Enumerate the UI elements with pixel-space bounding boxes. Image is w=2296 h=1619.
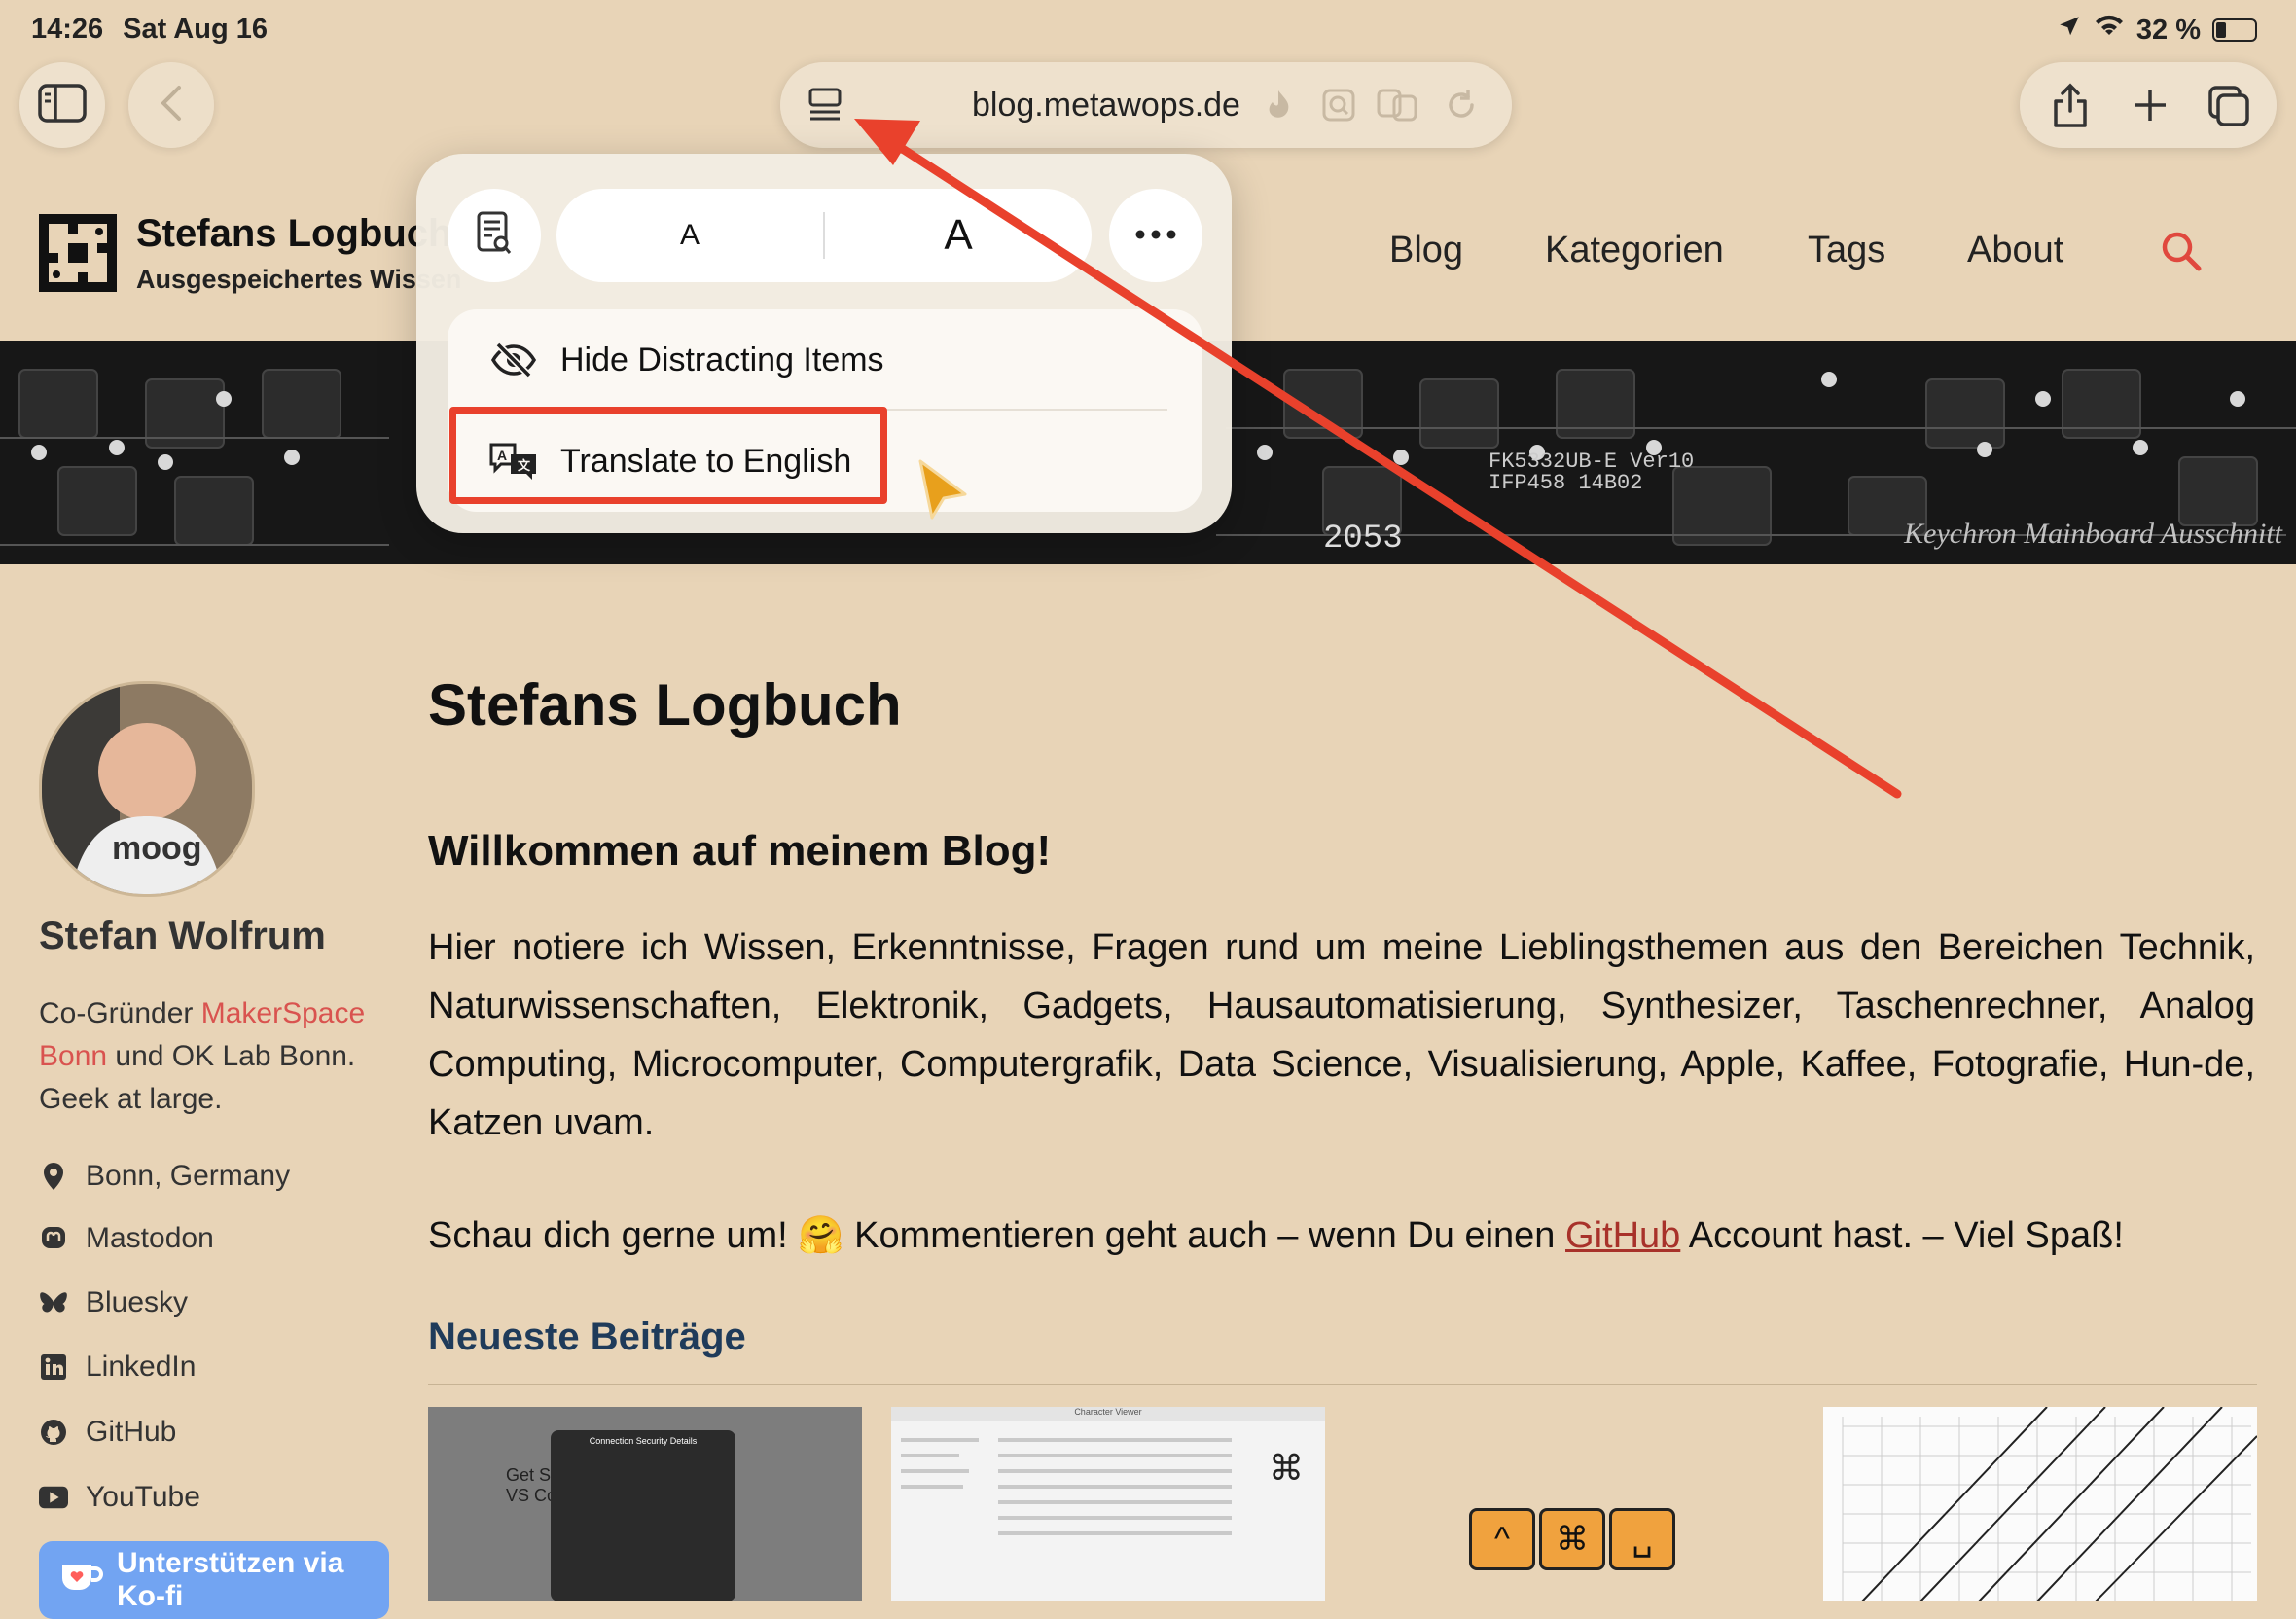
location-item: Bonn, Germany — [39, 1160, 290, 1193]
svg-text:IFP458 14B02: IFP458 14B02 — [1489, 471, 1642, 495]
share-icon[interactable] — [2051, 82, 2090, 133]
kofi-button[interactable]: Unterstützen via Ko-fi — [39, 1541, 389, 1619]
svg-text:moog: moog — [112, 830, 202, 867]
command-key-icon: ⌘ — [1269, 1448, 1304, 1488]
status-bar-left: 14:26 Sat Aug 16 — [31, 14, 287, 46]
author-avatar: moog — [39, 681, 255, 897]
status-time: 14:26 — [31, 14, 104, 45]
post-thumbnail-2[interactable]: Character Viewer ⌘ — [891, 1407, 1325, 1601]
sidebar-icon — [38, 83, 87, 127]
search-icon[interactable] — [2160, 230, 2203, 277]
key-command: ⌘ — [1539, 1508, 1605, 1570]
sidebar-toggle-button[interactable] — [19, 62, 105, 148]
youtube-link[interactable]: YouTube — [39, 1481, 200, 1514]
youtube-label[interactable]: YouTube — [86, 1481, 200, 1514]
extension-icon[interactable] — [1261, 88, 1296, 127]
hide-distracting-items-label[interactable]: Hide Distracting Items — [560, 342, 884, 379]
kofi-label[interactable]: Unterstützen via Ko-fi — [117, 1547, 389, 1613]
nav-tags[interactable]: Tags — [1808, 230, 1885, 271]
page-title: Stefans Logbuch — [428, 672, 902, 738]
mastodon-link[interactable]: Mastodon — [39, 1222, 214, 1255]
nav-blog[interactable]: Blog — [1389, 230, 1463, 271]
intro-paragraph: Hier notiere ich Wissen, Erkenntnisse, F… — [428, 927, 2255, 1143]
location-pin-icon — [39, 1162, 68, 1191]
nav-kategorien[interactable]: Kategorien — [1545, 230, 1724, 271]
location-icon — [2057, 14, 2082, 47]
welcome-heading: Willkommen auf meinem Blog! — [428, 827, 1052, 875]
intro2-before: Schau dich gerne um! 🤗 Kommentieren geht… — [428, 1215, 1566, 1256]
intro-paragraph-2: Schau dich gerne um! 🤗 Kommentieren geht… — [428, 1206, 2255, 1265]
ellipsis-icon — [1134, 227, 1177, 244]
back-icon — [160, 84, 183, 127]
reader-mode-button[interactable] — [448, 189, 541, 282]
svg-text:2053: 2053 — [1323, 521, 1403, 558]
thumb4-graph — [1842, 1407, 2257, 1601]
site-title[interactable]: Stefans Logbuch — [136, 212, 451, 256]
tabs-icon[interactable] — [2206, 84, 2251, 133]
author-bio: Co-Gründer MakerSpace Bonn und OK Lab Bo… — [39, 992, 389, 1121]
youtube-icon — [39, 1483, 68, 1512]
divider — [428, 1384, 2257, 1385]
bio-prefix: Co-Gründer — [39, 997, 201, 1029]
reload-icon[interactable] — [1444, 88, 1479, 127]
key-space: ␣ — [1609, 1508, 1675, 1570]
linkedin-link[interactable]: LinkedIn — [39, 1350, 196, 1384]
post-thumbnail-3[interactable]: ^ ⌘ ␣ — [1354, 1407, 1788, 1601]
toolbar-right-group — [2020, 62, 2277, 148]
location-label: Bonn, Germany — [86, 1160, 291, 1192]
github-link[interactable]: GitHub — [39, 1416, 176, 1449]
url-text[interactable]: blog.metawops.de — [960, 62, 1252, 148]
more-options-button[interactable] — [1109, 189, 1202, 282]
increase-font-button[interactable]: A — [825, 189, 1092, 282]
coffee-cup-icon — [58, 1559, 103, 1601]
translate-icon[interactable] — [1376, 88, 1418, 127]
back-button[interactable] — [128, 62, 214, 148]
eye-slash-icon — [483, 342, 545, 378]
battery-percent: 32 % — [2135, 14, 2201, 46]
linkedin-label[interactable]: LinkedIn — [86, 1350, 196, 1384]
mastodon-icon — [39, 1224, 68, 1253]
new-tab-icon[interactable] — [2131, 86, 2170, 129]
annotation-highlight-box — [449, 407, 887, 504]
thumb1-dialog-title: Connection Security Details — [589, 1436, 698, 1446]
thumb2-title: Character Viewer — [891, 1407, 1325, 1421]
decrease-font-button[interactable]: A — [556, 189, 823, 282]
author-name: Stefan Wolfrum — [39, 915, 326, 957]
key-caret: ^ — [1469, 1508, 1535, 1570]
github-inline-link[interactable]: GitHub — [1565, 1215, 1680, 1256]
latest-posts-heading: Neueste Beiträge — [428, 1315, 746, 1358]
nav-about[interactable]: About — [1967, 230, 2063, 271]
thumb1-dialog: Connection Security Details — [551, 1430, 735, 1601]
pointer-cursor-icon — [915, 457, 973, 530]
intro2-after: Account hast. – Viel Spaß! — [1680, 1215, 2124, 1256]
site-tagline: Ausgespeichertes Wissen — [136, 265, 462, 294]
lens-icon[interactable] — [1321, 88, 1356, 127]
font-size-control: A A — [556, 189, 1092, 282]
thumb2-list — [901, 1438, 1232, 1535]
page-menu-icon[interactable] — [806, 86, 844, 129]
hide-distracting-items-item[interactable]: Hide Distracting Items — [448, 309, 1202, 411]
address-bar[interactable]: blog.metawops.de — [780, 62, 1512, 148]
github-icon — [39, 1418, 68, 1447]
reader-icon — [475, 210, 514, 262]
status-bar-right: 32 % — [2057, 14, 2257, 47]
status-date: Sat Aug 16 — [123, 14, 268, 45]
linkedin-icon — [39, 1352, 68, 1382]
post-thumbnail-1[interactable]: Get Started with VS Code Web Connection … — [428, 1407, 862, 1601]
battery-icon — [2212, 18, 2257, 42]
mastodon-label[interactable]: Mastodon — [86, 1222, 214, 1255]
banner-caption: Keychron Mainboard Ausschnitt — [1904, 518, 2282, 550]
bluesky-icon — [39, 1288, 68, 1317]
bluesky-label[interactable]: Bluesky — [86, 1286, 188, 1319]
github-label[interactable]: GitHub — [86, 1416, 176, 1449]
bluesky-link[interactable]: Bluesky — [39, 1286, 188, 1319]
site-logo[interactable] — [39, 214, 117, 292]
post-thumbnail-4[interactable] — [1823, 1407, 2257, 1601]
wifi-icon — [2094, 14, 2125, 47]
